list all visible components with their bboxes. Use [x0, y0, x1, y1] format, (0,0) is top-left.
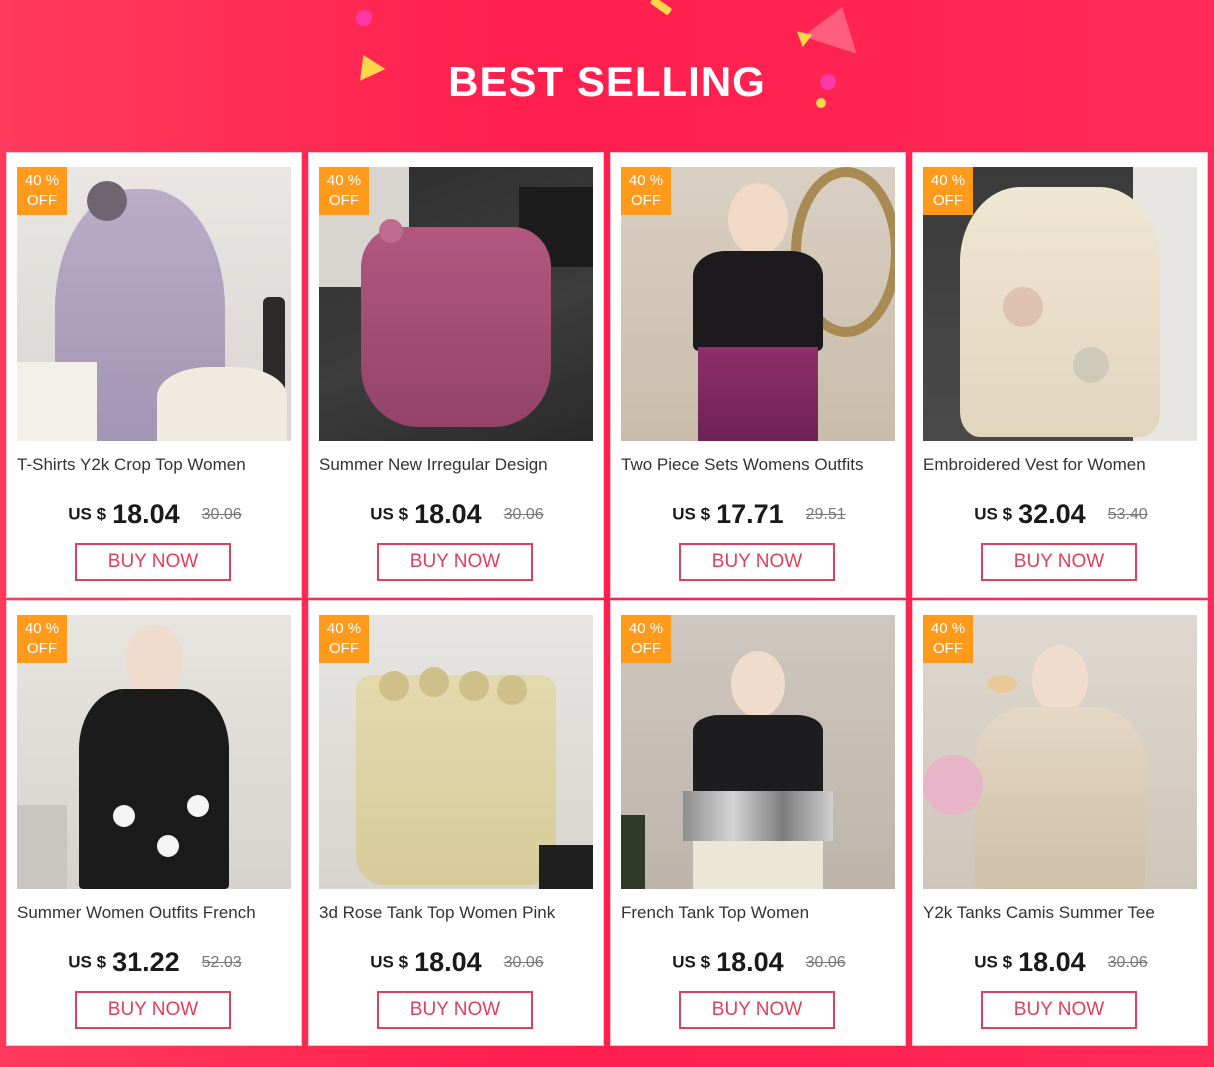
currency-label: US $ — [974, 504, 1013, 524]
currency-label: US $ — [672, 952, 711, 972]
discount-percent: 40 % — [628, 172, 664, 189]
discount-badge: 40 % OFF — [17, 615, 67, 663]
original-price: 30.06 — [503, 953, 544, 971]
buy-now-button[interactable]: BUY NOW — [981, 991, 1137, 1029]
discount-off-label: OFF — [329, 192, 359, 209]
product-card[interactable]: 40 % OFF Two Piece Sets Womens Outfits U… — [610, 152, 906, 598]
product-title[interactable]: 3d Rose Tank Top Women Pink — [319, 903, 599, 923]
price-row: US $18.04 30.06 — [7, 499, 303, 530]
price-row: US $18.04 30.06 — [309, 499, 605, 530]
discount-percent: 40 % — [930, 620, 966, 637]
product-image[interactable]: 40 % OFF — [621, 615, 895, 889]
discount-badge: 40 % OFF — [923, 167, 973, 215]
buy-now-button[interactable]: BUY NOW — [377, 991, 533, 1029]
confetti-bar-icon — [649, 0, 673, 16]
discount-off-label: OFF — [933, 192, 963, 209]
discount-off-label: OFF — [329, 640, 359, 657]
product-image[interactable]: 40 % OFF — [923, 615, 1197, 889]
product-card[interactable]: 40 % OFF Summer Women Outfits French US … — [6, 600, 302, 1046]
buy-now-button[interactable]: BUY NOW — [679, 543, 835, 581]
discount-percent: 40 % — [326, 172, 362, 189]
sale-price: 18.04 — [716, 947, 784, 977]
product-title[interactable]: Two Piece Sets Womens Outfits — [621, 455, 901, 475]
product-image[interactable]: 40 % OFF — [923, 167, 1197, 441]
product-title[interactable]: Y2k Tanks Camis Summer Tee — [923, 903, 1203, 923]
product-card[interactable]: 40 % OFF T-Shirts Y2k Crop Top Women US … — [6, 152, 302, 598]
currency-label: US $ — [370, 952, 409, 972]
buy-now-button[interactable]: BUY NOW — [75, 543, 231, 581]
price-row: US $32.04 53.40 — [913, 499, 1209, 530]
price-row: US $31.22 52.03 — [7, 947, 303, 978]
product-grid: 40 % OFF T-Shirts Y2k Crop Top Women US … — [6, 152, 1210, 1048]
buy-now-button[interactable]: BUY NOW — [679, 991, 835, 1029]
discount-off-label: OFF — [631, 192, 661, 209]
discount-off-label: OFF — [631, 640, 661, 657]
discount-percent: 40 % — [628, 620, 664, 637]
sale-price: 18.04 — [414, 947, 482, 977]
currency-label: US $ — [68, 952, 107, 972]
product-image[interactable]: 40 % OFF — [17, 167, 291, 441]
confetti-triangle-icon — [803, 0, 869, 54]
confetti-dot-icon — [356, 10, 372, 26]
sale-price: 32.04 — [1018, 499, 1086, 529]
product-title[interactable]: Summer Women Outfits French — [17, 903, 297, 923]
product-card[interactable]: 40 % OFF French Tank Top Women US $18.04… — [610, 600, 906, 1046]
discount-off-label: OFF — [27, 640, 57, 657]
product-image[interactable]: 40 % OFF — [319, 615, 593, 889]
product-card[interactable]: 40 % OFF 3d Rose Tank Top Women Pink US … — [308, 600, 604, 1046]
sale-price: 18.04 — [112, 499, 180, 529]
currency-label: US $ — [68, 504, 107, 524]
product-image[interactable]: 40 % OFF — [17, 615, 291, 889]
currency-label: US $ — [370, 504, 409, 524]
discount-percent: 40 % — [24, 172, 60, 189]
product-card[interactable]: 40 % OFF Summer New Irregular Design US … — [308, 152, 604, 598]
discount-off-label: OFF — [933, 640, 963, 657]
original-price: 30.06 — [1107, 953, 1148, 971]
original-price: 29.51 — [805, 505, 846, 523]
discount-badge: 40 % OFF — [621, 615, 671, 663]
price-row: US $18.04 30.06 — [913, 947, 1209, 978]
discount-badge: 40 % OFF — [319, 615, 369, 663]
original-price: 30.06 — [201, 505, 242, 523]
price-row: US $18.04 30.06 — [611, 947, 907, 978]
product-title[interactable]: Embroidered Vest for Women — [923, 455, 1203, 475]
banner-header: BEST SELLING — [0, 0, 1214, 152]
buy-now-button[interactable]: BUY NOW — [981, 543, 1137, 581]
original-price: 53.40 — [1107, 505, 1148, 523]
currency-label: US $ — [974, 952, 1013, 972]
original-price: 52.03 — [201, 953, 242, 971]
buy-now-button[interactable]: BUY NOW — [377, 543, 533, 581]
discount-badge: 40 % OFF — [923, 615, 973, 663]
product-image[interactable]: 40 % OFF — [319, 167, 593, 441]
sale-price: 31.22 — [112, 947, 180, 977]
product-title[interactable]: French Tank Top Women — [621, 903, 901, 923]
sale-price: 18.04 — [414, 499, 482, 529]
sale-price: 18.04 — [1018, 947, 1086, 977]
product-image[interactable]: 40 % OFF — [621, 167, 895, 441]
buy-now-button[interactable]: BUY NOW — [75, 991, 231, 1029]
discount-badge: 40 % OFF — [319, 167, 369, 215]
discount-percent: 40 % — [24, 620, 60, 637]
product-card[interactable]: 40 % OFF Y2k Tanks Camis Summer Tee US $… — [912, 600, 1208, 1046]
discount-percent: 40 % — [930, 172, 966, 189]
price-row: US $18.04 30.06 — [309, 947, 605, 978]
discount-percent: 40 % — [326, 620, 362, 637]
product-title[interactable]: T-Shirts Y2k Crop Top Women — [17, 455, 297, 475]
discount-badge: 40 % OFF — [621, 167, 671, 215]
original-price: 30.06 — [503, 505, 544, 523]
discount-badge: 40 % OFF — [17, 167, 67, 215]
original-price: 30.06 — [805, 953, 846, 971]
sale-price: 17.71 — [716, 499, 784, 529]
page-title: BEST SELLING — [448, 58, 766, 105]
price-row: US $17.71 29.51 — [611, 499, 907, 530]
product-title[interactable]: Summer New Irregular Design — [319, 455, 599, 475]
product-card[interactable]: 40 % OFF Embroidered Vest for Women US $… — [912, 152, 1208, 598]
discount-off-label: OFF — [27, 192, 57, 209]
currency-label: US $ — [672, 504, 711, 524]
